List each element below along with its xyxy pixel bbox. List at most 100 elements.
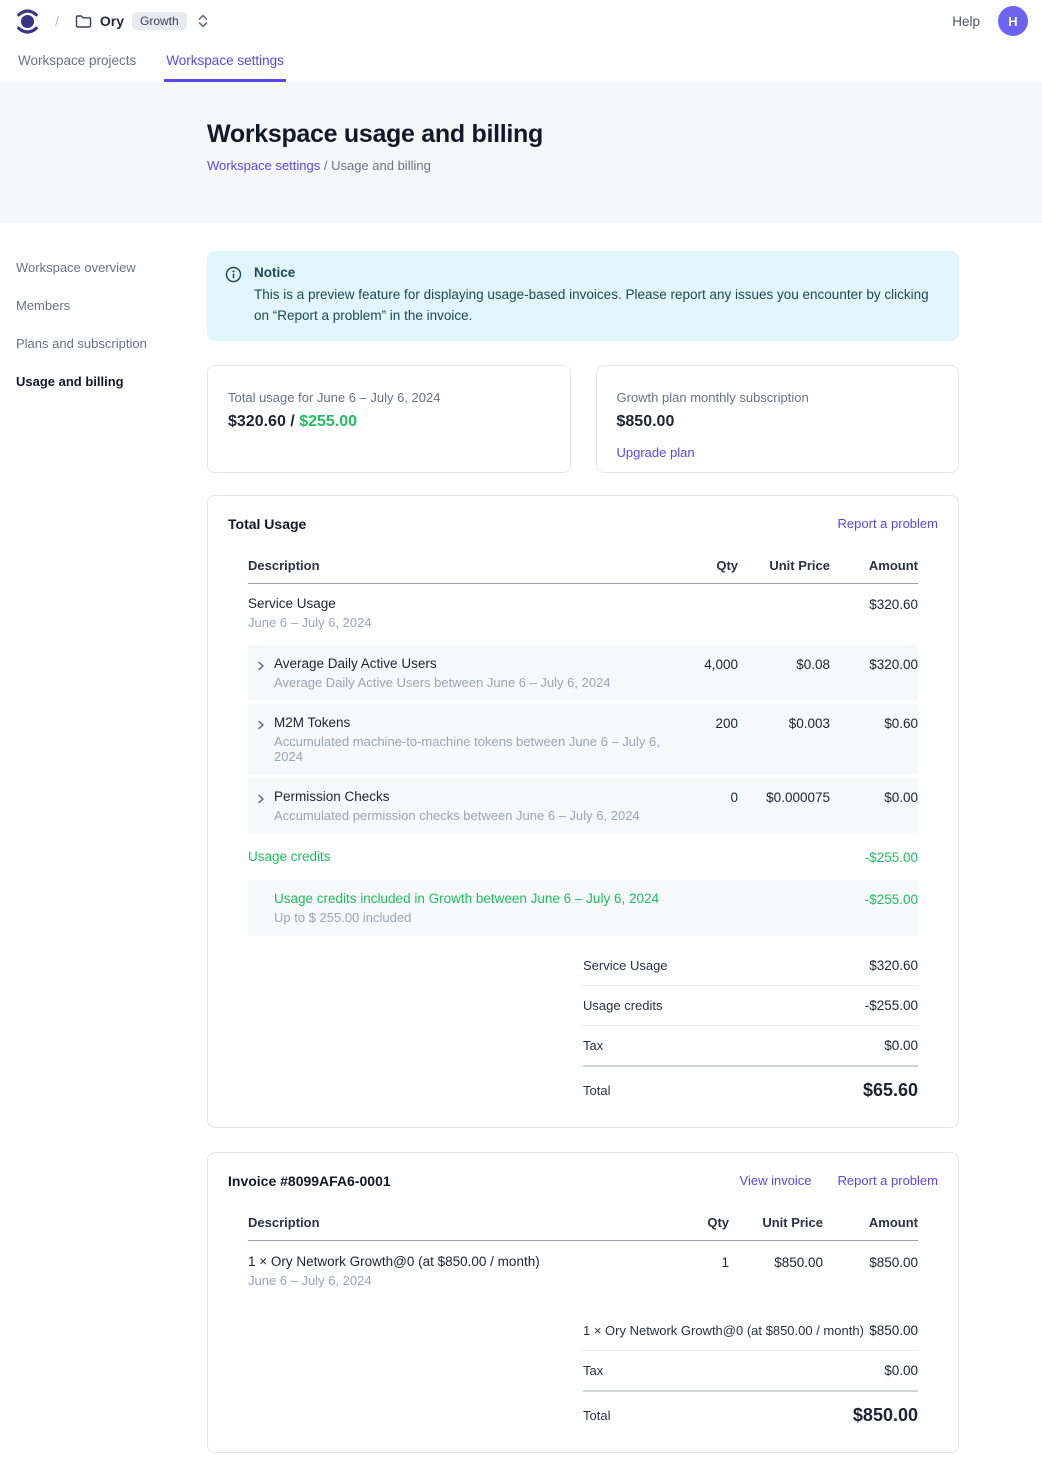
usage-row[interactable]: M2M TokensAccumulated machine-to-machine…	[248, 704, 918, 775]
settings-sidebar: Workspace overview Members Plans and subsc…	[0, 223, 207, 407]
notice-body: This is a preview feature for displaying…	[254, 285, 941, 327]
invoice-title: Invoice #8099AFA6-0001	[228, 1173, 391, 1189]
invoice-summary: 1 × Ory Network Growth@0 (at $850.00 / m…	[583, 1311, 918, 1432]
row-qty: 0	[674, 789, 738, 823]
column-amount: Amount	[830, 558, 918, 573]
view-invoice-link[interactable]: View invoice	[740, 1173, 812, 1188]
row-unit-price	[738, 849, 830, 865]
usage-table: Description Qty Unit Price Amount Servic…	[248, 550, 918, 936]
usage-total-label: Total	[583, 1083, 610, 1098]
chevron-right-icon	[248, 656, 274, 690]
usage-summary-value: $0.00	[884, 1038, 918, 1053]
invoice-table: Description Qty Unit Price Amount 1 × Or…	[248, 1207, 918, 1301]
tab-workspace-projects[interactable]: Workspace projects	[16, 42, 138, 82]
usage-row: Usage credits included in Growth between…	[248, 880, 918, 936]
row-title: 1 × Ory Network Growth@0 (at $850.00 / m…	[248, 1254, 665, 1269]
usage-row[interactable]: Average Daily Active UsersAverage Daily …	[248, 645, 918, 701]
row-unit-price: $0.08	[738, 656, 830, 690]
row-subtitle: Up to $ 255.00 included	[274, 910, 674, 925]
row-subtitle: June 6 – July 6, 2024	[248, 615, 674, 630]
usage-detail-card: Total Usage Report a problem Description…	[207, 495, 959, 1128]
row-qty	[674, 891, 738, 925]
row-description: Permission Checks Accumulated permission …	[274, 789, 674, 823]
breadcrumb-link[interactable]: Workspace settings	[207, 158, 320, 173]
row-subtitle: Average Daily Active Users between June …	[274, 675, 674, 690]
sidebar-item-usage-and-billing[interactable]: Usage and billing	[16, 369, 191, 394]
invoice-summary-value: $0.00	[884, 1363, 918, 1378]
sidebar-item-members[interactable]: Members	[16, 293, 191, 318]
usage-row[interactable]: Permission Checks Accumulated permission …	[248, 778, 918, 834]
invoice-total-label: Total	[583, 1408, 610, 1423]
chevron-updown-icon	[197, 13, 209, 29]
plan-label: Growth plan monthly subscription	[617, 390, 939, 405]
column-unit-price: Unit Price	[738, 558, 830, 573]
breadcrumb-current: Usage and billing	[331, 158, 431, 173]
invoice-summary-label: Tax	[583, 1363, 603, 1378]
row-qty: 1	[665, 1254, 729, 1288]
workspace-tabs: Workspace projects Workspace settings	[0, 42, 1042, 82]
row-description: M2M TokensAccumulated machine-to-machine…	[274, 715, 674, 764]
row-subtitle: June 6 – July 6, 2024	[248, 1273, 665, 1288]
column-description: Description	[248, 558, 674, 573]
total-usage-label: Total usage for June 6 – July 6, 2024	[228, 390, 550, 405]
sidebar-item-workspace-overview[interactable]: Workspace overview	[16, 255, 191, 280]
row-unit-price	[738, 891, 830, 925]
usage-row: Usage credits -$255.00	[248, 837, 918, 877]
row-title: Usage credits	[248, 849, 674, 864]
invoice-table-header: Description Qty Unit Price Amount	[248, 1207, 918, 1241]
ory-logo[interactable]	[14, 8, 41, 35]
row-amount: $0.00	[830, 789, 918, 823]
page-header: Workspace usage and billing Workspace se…	[0, 82, 1042, 223]
plan-subscription-card: Growth plan monthly subscription $850.00…	[596, 365, 960, 473]
row-unit-price: $0.003	[738, 715, 830, 764]
usage-summary-row: Service Usage$320.60	[583, 946, 918, 986]
row-qty: 4,000	[674, 656, 738, 690]
total-usage-amount: $320.60 / $255.00	[228, 413, 550, 431]
invoice-summary-label: 1 × Ory Network Growth@0 (at $850.00 / m…	[583, 1323, 864, 1338]
workspace-name: Ory	[100, 13, 124, 29]
column-amount: Amount	[823, 1215, 918, 1230]
row-amount: $320.00	[830, 656, 918, 690]
row-title: Permission Checks	[274, 789, 674, 804]
row-unit-price: $0.000075	[738, 789, 830, 823]
chevron-right-icon	[248, 715, 274, 764]
avatar[interactable]: H	[998, 6, 1028, 36]
row-qty: 200	[674, 715, 738, 764]
path-separator: /	[55, 13, 59, 29]
column-unit-price: Unit Price	[729, 1215, 823, 1230]
row-title: Service Usage	[248, 596, 674, 611]
usage-row: Service Usage June 6 – July 6, 2024 $320.6…	[248, 584, 918, 642]
row-title: Usage credits included in Growth between…	[274, 891, 674, 906]
row-subtitle: Accumulated permission checks between Ju…	[274, 808, 674, 823]
row-unit-price	[738, 596, 830, 630]
total-usage-card: Total usage for June 6 – July 6, 2024 $3…	[207, 365, 571, 473]
invoice-report-problem-link[interactable]: Report a problem	[838, 1173, 938, 1188]
row-amount: -$255.00	[830, 849, 918, 865]
row-qty	[674, 849, 738, 865]
breadcrumb: Workspace settings / Usage and billing	[207, 158, 1042, 173]
invoice-total-row: Total $850.00	[583, 1392, 918, 1432]
usage-summary-label: Tax	[583, 1038, 603, 1053]
usage-summary-value: $320.60	[869, 958, 918, 973]
top-bar: / Ory Growth Help H	[0, 0, 1042, 42]
usage-used-value: $320.60	[228, 413, 286, 430]
tab-workspace-settings[interactable]: Workspace settings	[164, 42, 286, 82]
invoice-card: Invoice #8099AFA6-0001 View invoice Repo…	[207, 1152, 959, 1453]
sidebar-item-plans-and-subscription[interactable]: Plans and subscription	[16, 331, 191, 356]
invoice-summary-row: Tax $0.00	[583, 1351, 918, 1392]
invoice-summary-row: 1 × Ory Network Growth@0 (at $850.00 / m…	[583, 1311, 918, 1351]
row-amount: $850.00	[823, 1254, 918, 1288]
plan-badge: Growth	[132, 12, 187, 30]
column-qty: Qty	[674, 558, 738, 573]
workspace-switcher[interactable]: Ory Growth	[75, 12, 209, 30]
page-body: Workspace overview Members Plans and subsc…	[0, 223, 1042, 1469]
notice-title: Notice	[254, 265, 941, 280]
chevron-right-icon	[248, 789, 274, 823]
report-problem-link[interactable]: Report a problem	[838, 516, 938, 531]
usage-total-row: Total $65.60	[583, 1067, 918, 1107]
help-link[interactable]: Help	[952, 14, 980, 29]
row-qty	[674, 596, 738, 630]
usage-summary-value: -$255.00	[865, 998, 918, 1013]
upgrade-plan-link[interactable]: Upgrade plan	[617, 445, 695, 460]
row-amount: $320.60	[830, 596, 918, 630]
